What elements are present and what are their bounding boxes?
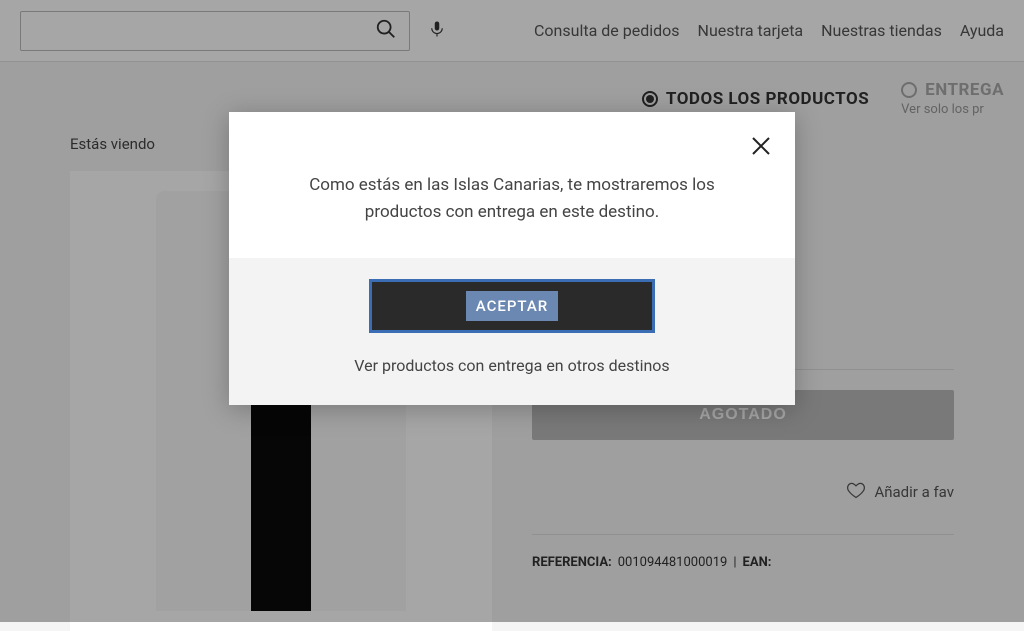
modal-message: Como estás en las Islas Canarias, te mos… — [229, 112, 795, 258]
accept-button[interactable]: ACEPTAR — [370, 280, 654, 332]
other-destinations-link[interactable]: Ver productos con entrega en otros desti… — [229, 356, 795, 375]
modal-dialog: Como estás en las Islas Canarias, te mos… — [229, 112, 795, 405]
modal-footer: ACEPTAR Ver productos con entrega en otr… — [229, 258, 795, 405]
modal-overlay: Como estás en las Islas Canarias, te mos… — [0, 0, 1024, 622]
accept-button-label: ACEPTAR — [466, 291, 559, 321]
close-button[interactable] — [745, 130, 777, 165]
